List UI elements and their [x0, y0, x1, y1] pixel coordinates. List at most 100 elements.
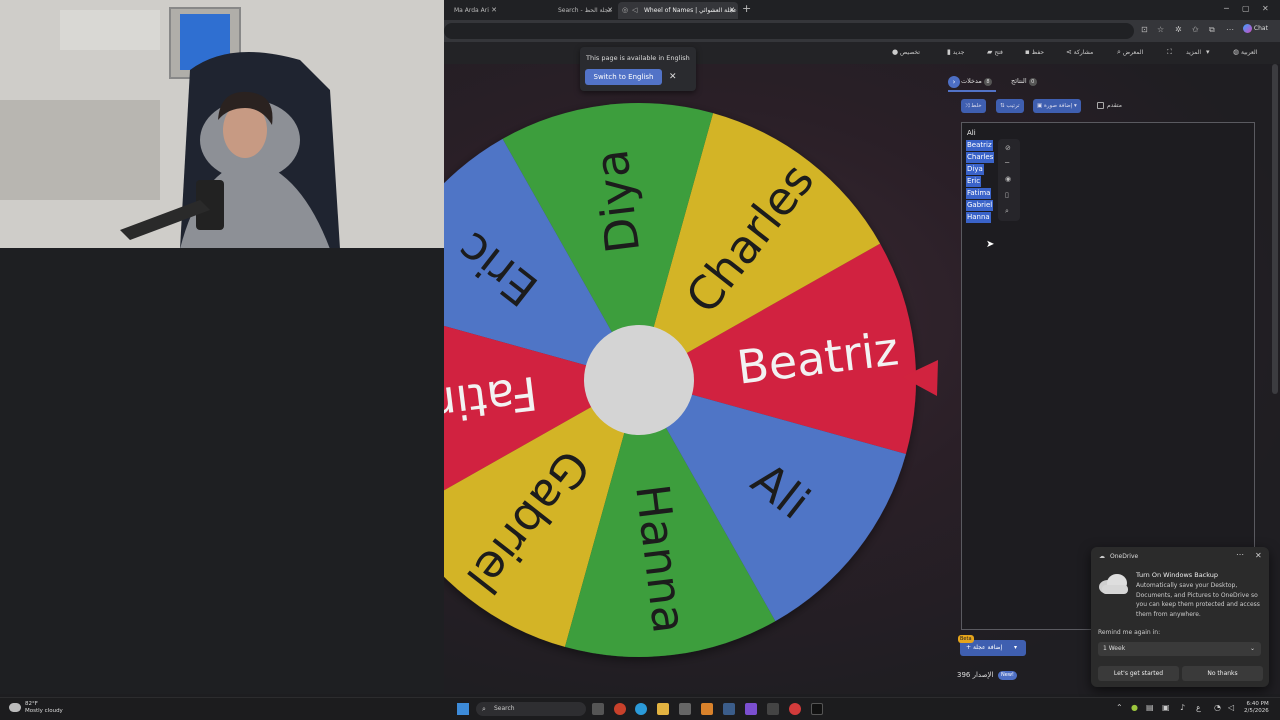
- color-icon[interactable]: ◉: [1005, 175, 1011, 183]
- menu-save[interactable]: ▪ حفظ: [1022, 48, 1044, 56]
- toast-body: Automatically save your Desktop, Documen…: [1136, 582, 1260, 618]
- wifi-icon[interactable]: ◔: [1214, 703, 1221, 712]
- add-image-button[interactable]: ▣ إضافة صورة ▾: [1033, 99, 1081, 113]
- browser-tab-active[interactable]: ◎ ◁ Wheel of Names | عجلة العشوائي ✕: [618, 2, 738, 19]
- menu-gallery[interactable]: ⌕ المعرض: [1114, 48, 1143, 57]
- weather-cloud-icon[interactable]: [9, 703, 21, 712]
- tab-entries[interactable]: مدخلات 8: [961, 77, 992, 86]
- more-icon[interactable]: ⋯: [1226, 25, 1234, 34]
- new-tab-icon[interactable]: +: [742, 2, 751, 15]
- shuffle-button[interactable]: ⤨ خلط: [961, 99, 986, 113]
- chrome-icon[interactable]: [614, 703, 626, 715]
- menu-language[interactable]: ◍ العربية: [1230, 48, 1257, 56]
- onedrive-notification: ☁ OneDrive ⋯ ✕ Turn On Windows Backup Au…: [1091, 547, 1269, 687]
- tab-entries-count: 8: [983, 78, 992, 86]
- menu-customize[interactable]: ● تخصيص: [889, 48, 920, 56]
- taskbar-search[interactable]: ⌕ Search: [476, 702, 586, 716]
- sort-icon: ⇅: [1000, 103, 1005, 109]
- text-tools-popup: ⊘ ─ ◉ ▯ ⌕: [998, 139, 1020, 221]
- hide-icon[interactable]: ⊘: [1005, 144, 1011, 152]
- close-tab-icon[interactable]: ✕: [491, 2, 497, 19]
- close-icon[interactable]: ✕: [669, 72, 677, 82]
- menu-share[interactable]: ⋖ مشاركة: [1063, 48, 1093, 56]
- toast-app-name: OneDrive: [1110, 553, 1139, 560]
- add-wheel-label: إضافة عجلة: [972, 644, 1003, 651]
- tray-app-icon[interactable]: ●: [1131, 703, 1138, 712]
- collapse-panel-icon[interactable]: ›: [948, 76, 960, 88]
- store-icon[interactable]: [679, 703, 691, 715]
- menu-fullscreen-icon[interactable]: ⛶: [1164, 48, 1172, 57]
- menu-label: حفظ: [1031, 49, 1045, 56]
- chat-button[interactable]: Chat: [1243, 24, 1268, 33]
- tray-app-icon[interactable]: ▣: [1162, 703, 1170, 712]
- favorite-star-icon[interactable]: ☆: [1157, 25, 1164, 34]
- menu-label: فتح: [994, 49, 1003, 56]
- sort-button[interactable]: ⇅ ترتيب: [996, 99, 1024, 113]
- extensions-icon[interactable]: ✲: [1175, 25, 1182, 34]
- entry-line: Beatriz: [966, 140, 993, 151]
- weather-widget[interactable]: 82°F Mostly cloudy: [25, 701, 63, 715]
- app-icon[interactable]: [789, 703, 801, 715]
- more-options-icon[interactable]: ⋯: [1236, 550, 1244, 559]
- language-icon[interactable]: ع: [1196, 703, 1201, 712]
- speaker-icon[interactable]: ◁: [632, 2, 637, 19]
- obs-icon[interactable]: [745, 703, 757, 715]
- shuffle-label: خلط: [971, 103, 982, 109]
- menu-label: العربية: [1241, 49, 1258, 56]
- entry-line: Hanna: [966, 212, 991, 223]
- switch-to-english-button[interactable]: Switch to English: [585, 69, 662, 85]
- webcam-image: [0, 0, 444, 249]
- favorites-icon[interactable]: ✩: [1192, 25, 1199, 34]
- copy-icon[interactable]: ▯: [1005, 191, 1009, 199]
- no-thanks-button[interactable]: No thanks: [1182, 666, 1263, 681]
- entry-line: Eric: [966, 176, 982, 187]
- steam-icon[interactable]: [723, 703, 735, 715]
- version-label[interactable]: 396 الإصدار: [957, 671, 993, 679]
- tab-title: Search - عجلة الحظ: [558, 7, 613, 14]
- maximize-icon[interactable]: ▢: [1242, 4, 1250, 13]
- remind-value: 1 Week: [1103, 645, 1126, 652]
- edge-icon[interactable]: [635, 703, 647, 715]
- close-tab-icon[interactable]: ✕: [729, 2, 735, 19]
- chevron-down-icon[interactable]: ▾: [1014, 640, 1017, 656]
- close-tab-icon[interactable]: ✕: [607, 2, 613, 19]
- app-icon[interactable]: [701, 703, 713, 715]
- close-icon[interactable]: ✕: [1255, 551, 1262, 560]
- browser-tab[interactable]: Search - عجلة الحظ ✕: [552, 2, 616, 19]
- remind-select[interactable]: 1 Week ⌄: [1098, 642, 1261, 656]
- entry-line: Ali: [967, 129, 976, 137]
- collections-icon[interactable]: ⧉: [1209, 25, 1215, 35]
- menu-label: المعرض: [1122, 49, 1144, 56]
- wheel-center[interactable]: [584, 325, 694, 435]
- url-input[interactable]: [444, 23, 1134, 39]
- menu-new[interactable]: ▮ جديد: [944, 48, 964, 56]
- browser-tab[interactable]: Ma Arda Ari ✕: [448, 2, 500, 19]
- advanced-checkbox[interactable]: [1097, 102, 1104, 109]
- tab-title: Ma Arda Ari: [454, 7, 489, 14]
- dash-icon[interactable]: ─: [1005, 159, 1009, 167]
- site-menu-bar: ● تخصيص ▮ جديد ▰ فتح ▪ حفظ ⋖ مشاركة ⌕ ال…: [444, 42, 1280, 64]
- volume-icon[interactable]: ◁: [1228, 703, 1234, 712]
- chevron-down-icon: ▾: [1073, 103, 1077, 109]
- menu-more[interactable]: المزيد ▾: [1186, 48, 1210, 56]
- tab-results[interactable]: النتائج 0: [1011, 77, 1037, 86]
- windows-start-icon[interactable]: [457, 703, 469, 715]
- entry-line: Gabriel: [966, 200, 994, 211]
- page-scrollbar[interactable]: [1272, 64, 1278, 394]
- close-window-icon[interactable]: ✕: [1262, 4, 1269, 13]
- desktop-background: [0, 248, 444, 694]
- tray-app-icon[interactable]: ▤: [1146, 703, 1154, 712]
- search-icon[interactable]: ⌕: [1005, 207, 1009, 216]
- lets-get-started-button[interactable]: Let's get started: [1098, 666, 1179, 681]
- read-aloud-icon[interactable]: ⊡: [1141, 25, 1148, 34]
- file-explorer-icon[interactable]: [657, 703, 669, 715]
- task-view-icon[interactable]: [592, 703, 604, 715]
- clock[interactable]: 6:40 PM 2/5/2026: [1244, 701, 1269, 715]
- chevron-up-icon[interactable]: ⌃: [1116, 703, 1123, 712]
- minimize-icon[interactable]: ─: [1224, 4, 1229, 13]
- microphone-icon[interactable]: ♪: [1180, 703, 1185, 712]
- menu-open[interactable]: ▰ فتح: [984, 48, 1003, 56]
- capcut-icon[interactable]: [767, 703, 779, 715]
- chat-label: Chat: [1253, 25, 1268, 32]
- tiktok-icon[interactable]: [811, 703, 823, 715]
